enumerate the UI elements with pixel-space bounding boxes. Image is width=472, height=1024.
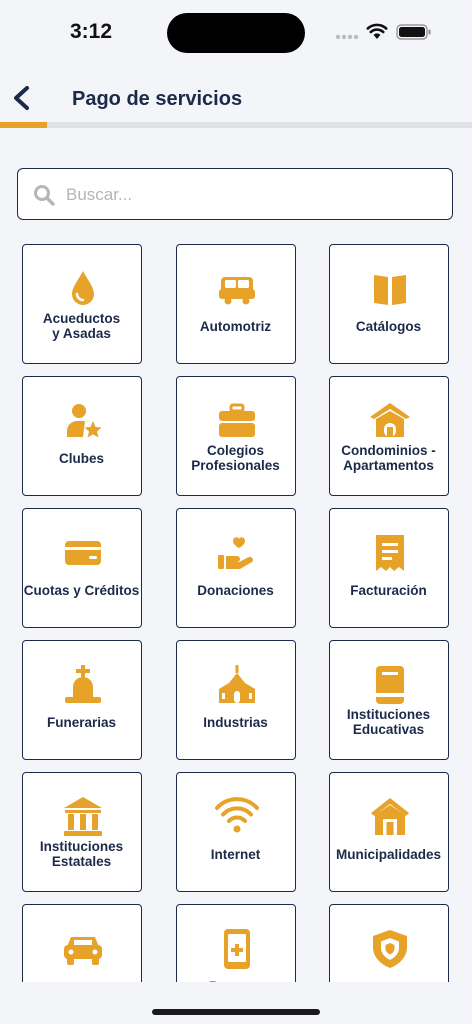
- category-tile[interactable]: Instituciones Educativas: [329, 640, 449, 760]
- progress-bar-fill: [0, 122, 48, 128]
- building-icon: [371, 798, 409, 835]
- briefcase-icon: [219, 403, 255, 437]
- category-tile[interactable]: Colegios Profesionales: [176, 376, 296, 496]
- receipt-icon: [376, 535, 404, 571]
- category-label: Municipalidades: [335, 847, 442, 862]
- category-label: Industrias: [203, 715, 268, 730]
- progress-bar: [0, 122, 472, 128]
- category-grid-scroll[interactable]: Acueductos y Asadas Automotriz Catálogos Cl…: [0, 232, 472, 982]
- category-tile[interactable]: [329, 904, 449, 982]
- category-label: Facturación: [350, 583, 427, 598]
- navigation-header: Pago de servicios: [0, 72, 472, 122]
- search-box[interactable]: [17, 168, 453, 220]
- cellular-signal-icon: [335, 34, 359, 40]
- water-drop-icon: [72, 271, 94, 305]
- category-label: Instituciones Estatales: [39, 839, 124, 869]
- book-icon: [374, 275, 406, 305]
- search-input[interactable]: [64, 179, 438, 211]
- category-tile[interactable]: Funerarias: [22, 640, 142, 760]
- category-tile[interactable]: Catálogos: [329, 244, 449, 364]
- bottom-safe-area: [0, 982, 472, 1024]
- status-time: 3:12: [70, 20, 113, 43]
- category-tile[interactable]: [22, 904, 142, 982]
- credit-card-icon: [65, 541, 101, 565]
- status-bar: 3:12: [0, 0, 472, 62]
- church-icon: [219, 665, 255, 703]
- category-tile[interactable]: Industrias: [176, 640, 296, 760]
- category-label: Acueductos y Asadas: [42, 311, 121, 341]
- home-indicator[interactable]: [152, 1009, 320, 1015]
- category-tile[interactable]: Automotriz: [176, 244, 296, 364]
- battery-icon: [396, 24, 431, 40]
- back-arrow-icon[interactable]: [8, 84, 36, 112]
- wifi-icon: [215, 797, 259, 833]
- search-icon: [34, 185, 55, 206]
- category-tile[interactable]: Clubes: [22, 376, 142, 496]
- category-tile[interactable]: Donaciones: [176, 508, 296, 628]
- car-icon: [219, 277, 255, 305]
- category-tile[interactable]: Internet: [176, 772, 296, 892]
- shield-icon: [373, 930, 407, 968]
- category-label: Funerarias: [46, 715, 117, 730]
- car-front-icon: [64, 937, 102, 965]
- category-label: Instituciones Educativas: [346, 707, 431, 737]
- category-tile[interactable]: Condominios - Apartamentos: [329, 376, 449, 496]
- category-label: Internet: [210, 847, 261, 862]
- category-label: Catálogos: [355, 319, 422, 334]
- category-label: Condominios - Apartamentos: [341, 443, 436, 473]
- bank-icon: [64, 797, 102, 836]
- category-tile[interactable]: Instituciones Estatales: [22, 772, 142, 892]
- category-label: Automotriz: [199, 319, 272, 334]
- phone-plus-icon: [224, 929, 250, 969]
- category-tile[interactable]: Cuotas y Créditos: [22, 508, 142, 628]
- category-label: Cuotas y Créditos: [23, 583, 140, 598]
- book-closed-icon: [376, 666, 404, 704]
- category-label: Donaciones: [197, 583, 274, 598]
- page-title: Pago de servicios: [72, 88, 243, 110]
- category-tile[interactable]: Acueductos y Asadas: [22, 244, 142, 364]
- grave-icon: [65, 665, 101, 703]
- house-icon: [370, 403, 410, 437]
- hand-heart-icon: [218, 537, 253, 569]
- category-label: Colegios Profesionales: [191, 443, 280, 473]
- wifi-status-icon: [366, 23, 388, 39]
- category-label: Clubes: [58, 451, 104, 466]
- category-tile[interactable]: Municipalidades: [329, 772, 449, 892]
- user-star-icon: [67, 404, 102, 438]
- category-tile[interactable]: Facturación: [329, 508, 449, 628]
- dynamic-island: [167, 13, 305, 53]
- category-tile[interactable]: Recarga: [176, 904, 296, 982]
